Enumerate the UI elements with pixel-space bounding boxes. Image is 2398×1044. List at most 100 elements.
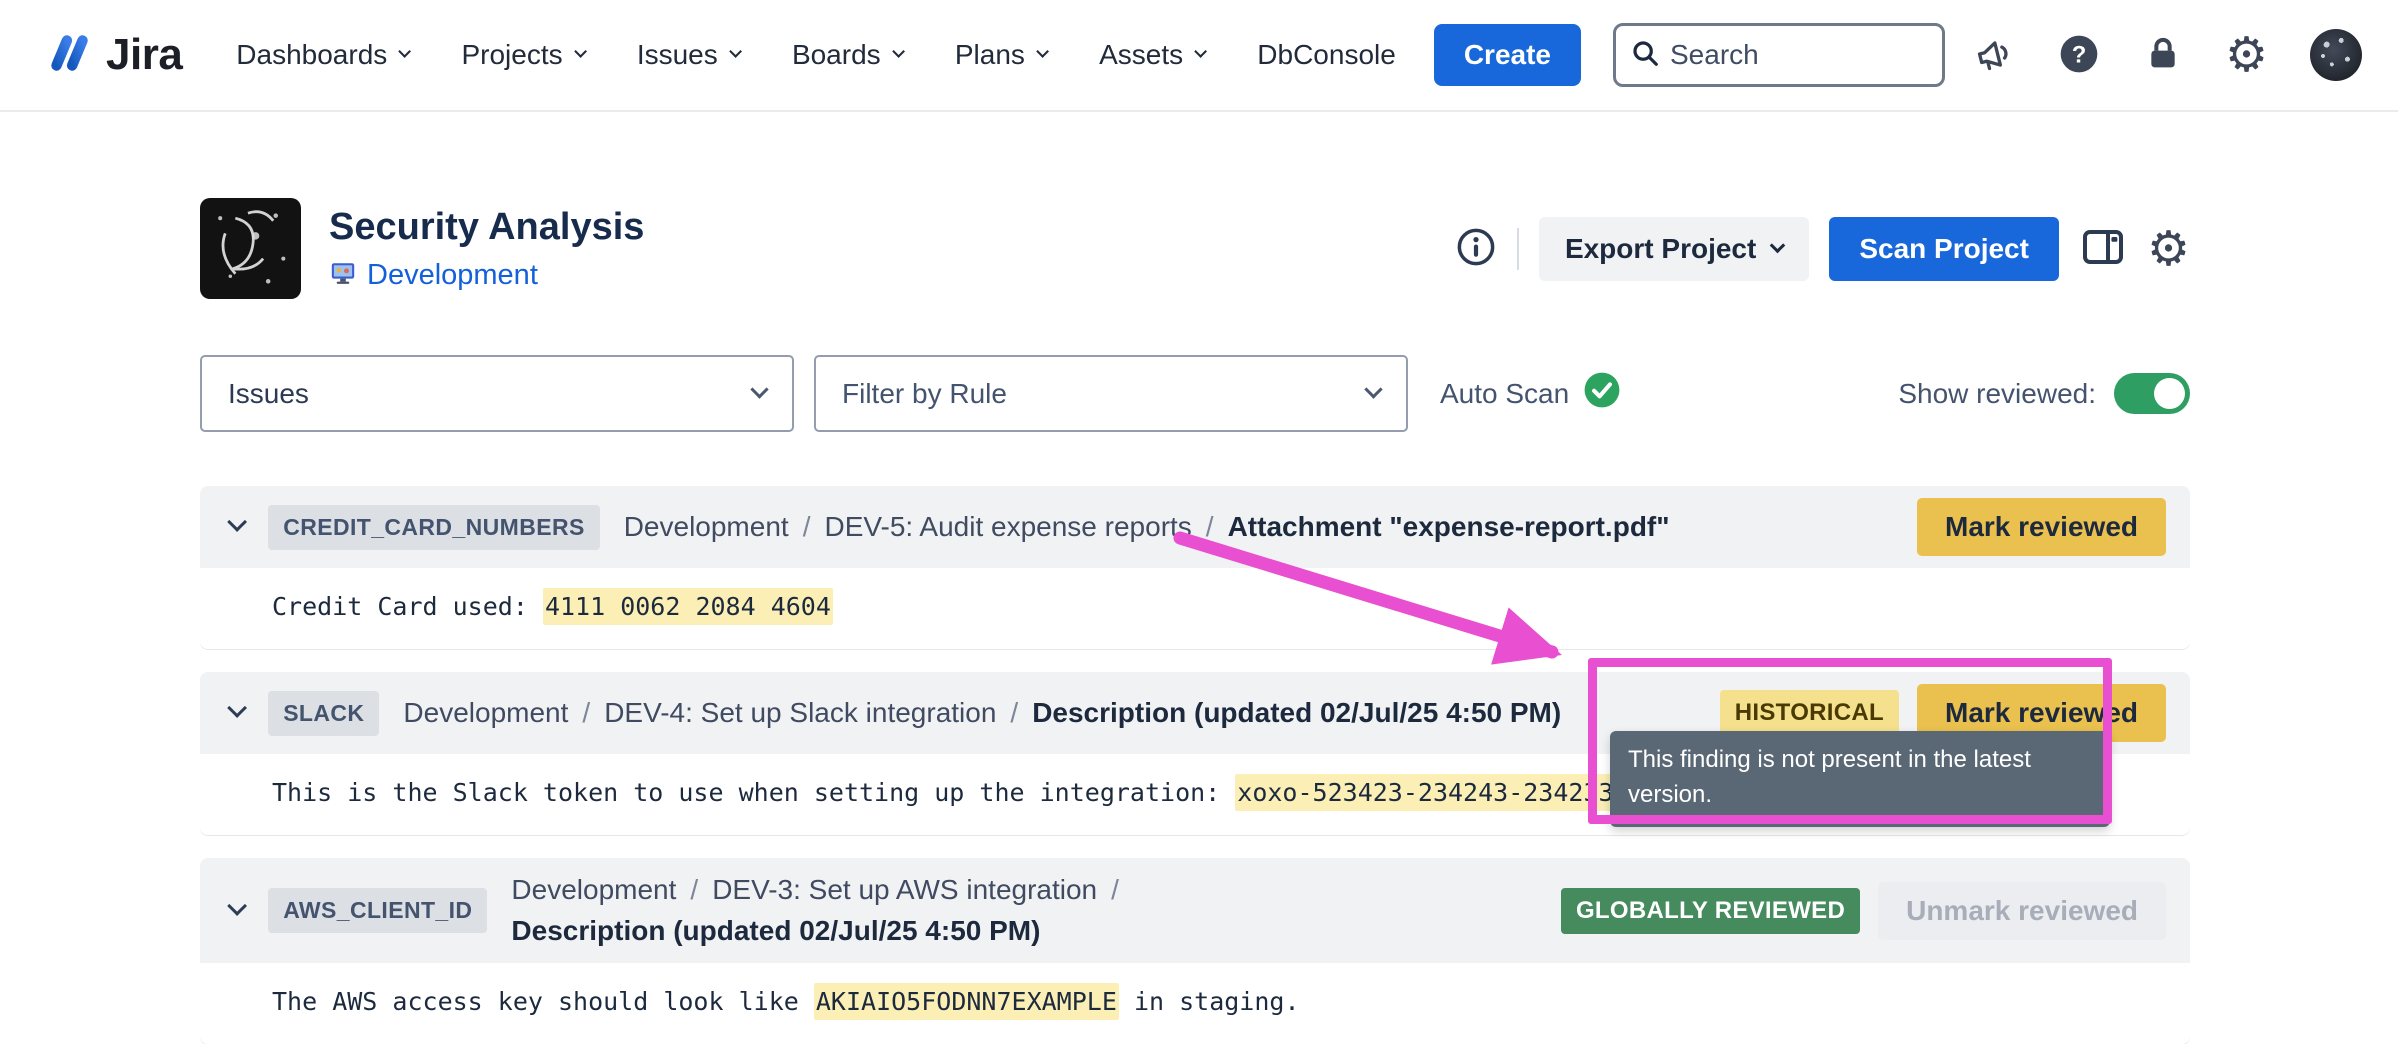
page-settings-button[interactable]: ⚙: [2147, 225, 2190, 273]
finding-actions: Mark reviewed: [1897, 498, 2166, 556]
rule-filter-value: Filter by Rule: [842, 378, 1007, 410]
chevron-down-icon: [398, 46, 411, 59]
historical-badge: HISTORICAL: [1720, 690, 1899, 736]
lock-icon: [2143, 34, 2183, 77]
snippet-highlight: AKIAIO5FODNN7EXAMPLE: [814, 983, 1119, 1020]
gear-icon: ⚙: [2225, 31, 2268, 79]
finding-row: AWS_CLIENT_ID Development / DEV-3: Set u…: [200, 858, 2190, 1044]
profile-button[interactable]: [2310, 29, 2362, 81]
breadcrumb-location: Attachment "expense-report.pdf": [1228, 507, 1670, 548]
nav-item-label: Plans: [955, 39, 1025, 71]
megaphone-icon: [1973, 33, 2015, 78]
breadcrumb: Development / DEV-5: Audit expense repor…: [624, 507, 1670, 548]
chevron-down-icon[interactable]: [227, 698, 247, 718]
issues-filter-value: Issues: [228, 378, 309, 410]
snippet-text: The AWS access key should look like: [272, 987, 814, 1016]
chevron-down-icon: [750, 380, 768, 398]
breadcrumb-issue[interactable]: DEV-5: Audit expense reports: [824, 507, 1191, 548]
svg-text:?: ?: [2072, 41, 2087, 68]
historical-tooltip: This finding is not present in the lates…: [1610, 731, 2110, 827]
chevron-down-icon: [1036, 46, 1049, 59]
chevron-down-icon: [892, 46, 905, 59]
jira-logo[interactable]: Jira: [44, 28, 182, 83]
finding-snippet: The AWS access key should look like AKIA…: [200, 963, 2190, 1044]
mark-reviewed-button[interactable]: Mark reviewed: [1917, 498, 2166, 556]
rule-badge: SLACK: [268, 691, 379, 736]
export-project-button[interactable]: Export Project: [1539, 217, 1809, 281]
breadcrumb-project[interactable]: Development: [403, 693, 568, 734]
chevron-down-icon: [574, 46, 587, 59]
chevron-down-icon: [729, 46, 742, 59]
help-button[interactable]: ?: [2057, 32, 2101, 79]
breadcrumb-separator: /: [582, 693, 590, 734]
project-header: Security Analysis Development Export Pro…: [200, 198, 2190, 299]
project-avatar: [200, 198, 301, 299]
divider: [1517, 228, 1519, 270]
announcement-button[interactable]: [1973, 33, 2015, 78]
info-icon: [1455, 226, 1497, 271]
jira-logo-icon: [44, 28, 94, 83]
details-panel-button[interactable]: [2079, 223, 2127, 274]
globally-reviewed-badge: GLOBALLY REVIEWED: [1561, 888, 1860, 934]
nav-item-issues[interactable]: Issues: [637, 39, 740, 71]
nav-item-label: Dashboards: [236, 39, 387, 71]
snippet-highlight: xoxo-523423-234243-234233-e: [1235, 774, 1645, 811]
breadcrumb-project[interactable]: Development: [511, 870, 676, 911]
breadcrumb: Development / DEV-4: Set up Slack integr…: [403, 693, 1561, 734]
project-breadcrumb: Development: [329, 259, 644, 292]
snippet-highlight: 4111 0062 2084 4604: [543, 588, 833, 625]
auto-scan-status: Auto Scan: [1440, 371, 1621, 416]
primary-navigation: Dashboards Projects Issues Boards Plans …: [236, 39, 1396, 71]
breadcrumb-issue[interactable]: DEV-4: Set up Slack integration: [604, 693, 996, 734]
nav-item-plans[interactable]: Plans: [955, 39, 1047, 71]
navbar-icon-group: ? ⚙: [1973, 29, 2362, 81]
finding-snippet: Credit Card used: 4111 0062 2084 4604: [200, 568, 2190, 649]
nav-item-boards[interactable]: Boards: [792, 39, 903, 71]
jira-logo-text: Jira: [106, 30, 182, 80]
project-actions: Export Project Scan Project ⚙: [1455, 217, 2190, 281]
breadcrumb: Development / DEV-3: Set up AWS integrat…: [511, 870, 1541, 951]
parent-project-link[interactable]: Development: [367, 259, 538, 292]
settings-button[interactable]: ⚙: [2225, 31, 2268, 79]
nav-item-label: DbConsole: [1257, 39, 1396, 71]
chevron-down-icon: [1770, 238, 1786, 254]
create-button[interactable]: Create: [1434, 24, 1581, 86]
snippet-text: in staging.: [1119, 987, 1300, 1016]
nav-item-label: Issues: [637, 39, 718, 71]
snippet-text: This is the Slack token to use when sett…: [272, 778, 1235, 807]
finding-header[interactable]: CREDIT_CARD_NUMBERS Development / DEV-5:…: [200, 486, 2190, 568]
unmark-reviewed-button[interactable]: Unmark reviewed: [1878, 882, 2166, 940]
info-button[interactable]: [1455, 226, 1497, 271]
top-navbar: Jira Dashboards Projects Issues Boards P…: [0, 0, 2398, 112]
issues-filter-select[interactable]: Issues: [200, 355, 794, 432]
show-reviewed-toggle[interactable]: [2114, 373, 2190, 414]
breadcrumb-separator: /: [1206, 507, 1214, 548]
help-icon: ?: [2057, 32, 2101, 79]
search-box[interactable]: [1613, 23, 1945, 87]
finding-header[interactable]: AWS_CLIENT_ID Development / DEV-3: Set u…: [200, 858, 2190, 963]
breadcrumb-project[interactable]: Development: [624, 507, 789, 548]
finding-row: CREDIT_CARD_NUMBERS Development / DEV-5:…: [200, 486, 2190, 649]
security-button[interactable]: [2143, 34, 2183, 77]
breadcrumb-separator: /: [690, 870, 698, 911]
export-project-label: Export Project: [1565, 233, 1756, 265]
breadcrumb-location: Description (updated 02/Jul/25 4:50 PM): [511, 911, 1040, 952]
nav-item-dbconsole[interactable]: DbConsole: [1257, 39, 1396, 71]
chevron-down-icon[interactable]: [227, 896, 247, 916]
chevron-down-icon[interactable]: [227, 512, 247, 532]
search-input[interactable]: [1670, 39, 1928, 71]
nav-item-label: Boards: [792, 39, 881, 71]
page-title: Security Analysis: [329, 206, 644, 249]
nav-item-assets[interactable]: Assets: [1099, 39, 1205, 71]
nav-item-label: Assets: [1099, 39, 1183, 71]
chevron-down-icon: [1194, 46, 1207, 59]
rule-badge: AWS_CLIENT_ID: [268, 888, 487, 933]
nav-item-projects[interactable]: Projects: [461, 39, 584, 71]
nav-item-dashboards[interactable]: Dashboards: [236, 39, 409, 71]
snippet-text: Credit Card used:: [272, 592, 543, 621]
scan-project-button[interactable]: Scan Project: [1829, 217, 2059, 281]
breadcrumb-issue[interactable]: DEV-3: Set up AWS integration: [712, 870, 1097, 911]
rule-filter-select[interactable]: Filter by Rule: [814, 355, 1408, 432]
gear-icon: ⚙: [2147, 225, 2190, 273]
breadcrumb-location: Description (updated 02/Jul/25 4:50 PM): [1032, 693, 1561, 734]
